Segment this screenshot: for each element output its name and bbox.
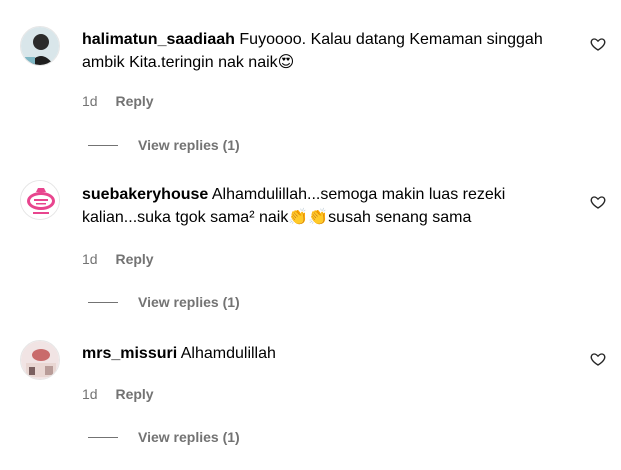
reply-button[interactable]: Reply bbox=[115, 93, 153, 109]
replies-divider-line bbox=[88, 436, 118, 438]
comment-meta: 1d Reply bbox=[82, 93, 154, 109]
view-replies-label[interactable]: View replies (1) bbox=[138, 137, 240, 153]
comment-text: mrs_missuri Alhamdulillah bbox=[82, 343, 572, 365]
reply-button[interactable]: Reply bbox=[115, 386, 153, 402]
avatar[interactable] bbox=[20, 340, 60, 380]
username[interactable]: mrs_missuri bbox=[82, 345, 177, 362]
view-replies-label[interactable]: View replies (1) bbox=[138, 294, 240, 310]
comment-body-continued: susah senang sama bbox=[328, 209, 472, 226]
comment-text: suebakeryhouse Alhamdulillah...semoga ma… bbox=[82, 184, 572, 229]
comment-meta: 1d Reply bbox=[82, 386, 154, 402]
timestamp: 1d bbox=[82, 93, 98, 109]
replies-divider-line bbox=[88, 144, 118, 146]
view-replies-button[interactable]: View replies (1) bbox=[88, 294, 240, 310]
replies-divider-line bbox=[88, 301, 118, 303]
comment-body: Alhamdulillah bbox=[180, 345, 276, 362]
clapping-hands-emoji: 👏👏 bbox=[288, 207, 329, 226]
username[interactable]: halimatun_saadiaah bbox=[82, 31, 235, 48]
view-replies-label[interactable]: View replies (1) bbox=[138, 429, 240, 445]
avatar[interactable] bbox=[20, 180, 60, 220]
heart-eyes-emoji: 😍 bbox=[277, 52, 295, 71]
comment-text: halimatun_saadiaah Fuyoooo. Kalau datang… bbox=[82, 29, 572, 74]
view-replies-button[interactable]: View replies (1) bbox=[88, 429, 240, 445]
like-heart-icon[interactable] bbox=[590, 351, 606, 367]
reply-button[interactable]: Reply bbox=[115, 251, 153, 267]
avatar[interactable] bbox=[20, 26, 60, 66]
like-heart-icon[interactable] bbox=[590, 36, 606, 52]
timestamp: 1d bbox=[82, 251, 98, 267]
like-heart-icon[interactable] bbox=[590, 194, 606, 210]
username[interactable]: suebakeryhouse bbox=[82, 186, 208, 203]
view-replies-button[interactable]: View replies (1) bbox=[88, 137, 240, 153]
comment-meta: 1d Reply bbox=[82, 251, 154, 267]
timestamp: 1d bbox=[82, 386, 98, 402]
